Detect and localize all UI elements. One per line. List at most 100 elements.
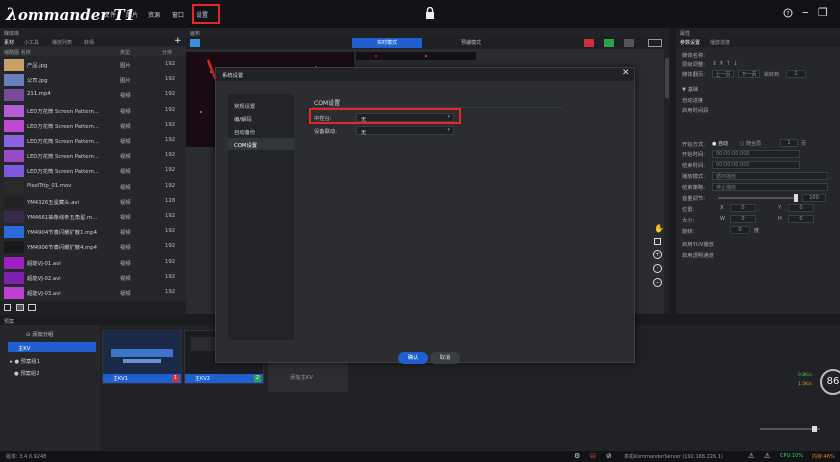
group-item-2[interactable]: ● 预案组2 xyxy=(14,369,40,377)
media-row[interactable]: YM4326五星藏头.avi 视频 128 xyxy=(0,194,186,210)
tab-transition[interactable]: 转场 xyxy=(84,39,94,46)
page-prev-button[interactable]: 上一页 xyxy=(712,70,734,78)
menu-window[interactable]: 窗口 xyxy=(172,10,184,19)
help-icon[interactable]: ? xyxy=(783,8,793,18)
menu-resource[interactable]: 资源 xyxy=(148,10,160,19)
confirm-button[interactable]: 确认 xyxy=(398,352,428,364)
volume-slider[interactable] xyxy=(718,197,798,199)
fullscreen-icon[interactable] xyxy=(648,39,662,47)
start-auto-radio[interactable]: ● 自动 xyxy=(712,140,728,147)
media-row[interactable]: 公司.jpg 图片 192 xyxy=(0,72,186,88)
image-view-icon[interactable] xyxy=(16,304,24,311)
group-item-main[interactable]: 主KV xyxy=(8,342,96,352)
pos-y-input[interactable]: 0 xyxy=(788,204,814,212)
cancel-button[interactable]: 取消 xyxy=(430,352,460,364)
server-icon[interactable]: ⛁ xyxy=(590,452,596,460)
hand-icon[interactable]: ✋ xyxy=(654,224,664,233)
zoom-out-icon[interactable]: − xyxy=(653,278,662,287)
size-h-input[interactable]: 0 xyxy=(788,215,814,223)
media-thumbnail xyxy=(4,150,24,163)
gray-layer-icon[interactable] xyxy=(624,39,634,47)
start-follow-radio[interactable]: ○ 随全局 xyxy=(740,140,761,147)
page-jump-input[interactable]: 1 xyxy=(786,70,806,78)
dialog-sidebar: 常规设置 编/解码 自动备份 COM设置 xyxy=(228,94,294,340)
volume-input[interactable]: 100 xyxy=(802,194,826,202)
sidebar-item-general[interactable]: 常规设置 xyxy=(228,99,294,111)
grid-view-icon[interactable] xyxy=(4,304,11,311)
media-row[interactable]: YM4906节奏闪耀扩散4.mp4 视频 192 xyxy=(0,239,186,255)
media-row[interactable]: 超能VJ-02.avi 视频 192 xyxy=(0,270,186,286)
media-type: 视频 xyxy=(120,184,131,191)
media-row[interactable]: LED万花筒 Screen Pattern... 视频 192 xyxy=(0,118,186,134)
column-name[interactable]: 缩略图 名称 xyxy=(4,49,31,56)
column-type[interactable]: 类型 xyxy=(120,49,130,56)
menu-file[interactable]: 文件 xyxy=(104,10,116,19)
end-time-input[interactable]: 00:00:00.000 xyxy=(712,161,800,169)
media-row[interactable]: PixelTrip_01.mov 视频 192 xyxy=(0,179,186,195)
preset-zoom-slider[interactable] xyxy=(760,428,820,430)
tab-params[interactable]: 参数设置 xyxy=(680,39,700,46)
group-item-1[interactable]: ▸ ● 预案组1 xyxy=(10,357,40,365)
start-page-input[interactable]: 1 xyxy=(780,139,798,147)
alert-icon[interactable]: ⚠ xyxy=(764,452,770,460)
page-next-button[interactable]: 下一页 xyxy=(738,70,760,78)
media-row[interactable]: YM4661抽象线条五角星.m... 视频 192 xyxy=(0,209,186,225)
preset-zoom-thumb[interactable] xyxy=(812,426,817,432)
media-resolution: 192 xyxy=(165,228,176,235)
network-icon[interactable]: ⚙ xyxy=(574,452,580,460)
add-group-button[interactable]: ⊙ 添加分组 xyxy=(26,330,53,338)
sidebar-item-backup[interactable]: 自动备份 xyxy=(228,125,294,137)
add-media-icon[interactable]: + xyxy=(174,36,182,46)
column-resolution[interactable]: 分辨 xyxy=(162,49,172,56)
preview-mode-button[interactable]: 预编模式 xyxy=(436,38,506,48)
volume-slider-thumb[interactable] xyxy=(794,194,798,202)
dialog-header: 系统设置 ✕ xyxy=(216,68,634,81)
tab-progress[interactable]: 播放进度 xyxy=(710,39,730,46)
compass-icon[interactable]: ⊘ xyxy=(606,452,612,460)
dialog-close-icon[interactable]: ✕ xyxy=(622,68,630,78)
restore-icon[interactable]: ❐ xyxy=(818,6,828,19)
warning-icon[interactable]: ⚠ xyxy=(748,452,754,460)
layout-grid-icon[interactable] xyxy=(190,39,200,47)
folder-view-icon[interactable] xyxy=(28,304,36,311)
menu-image[interactable]: 图片 xyxy=(126,10,138,19)
canvas-scrollbar[interactable] xyxy=(664,38,670,314)
media-list: 产品.jpg 图片 192 公司.jpg 图片 192 211.mp4 视频 192 LED万花筒… xyxy=(0,57,186,301)
media-row[interactable]: 211.mp4 视频 192 xyxy=(0,87,186,103)
pos-x-input[interactable]: 0 xyxy=(730,204,756,212)
minimize-icon[interactable]: – xyxy=(802,5,809,20)
media-row[interactable]: 超能VJ-03.avi 视频 192 xyxy=(0,285,186,301)
preset-tooltip-text: 添加主KV xyxy=(290,375,313,381)
play-mode-select[interactable]: 循环播放 xyxy=(712,172,828,180)
media-row[interactable]: LED万花筒 Screen Pattern... 视频 192 xyxy=(0,163,186,179)
media-row[interactable]: 产品.jpg 图片 192 xyxy=(0,57,186,73)
red-layer-icon[interactable] xyxy=(584,39,594,47)
layer-arrows-icon[interactable]: ⇟ ⇞ ↑ ↓ xyxy=(712,60,738,67)
preset-card-kv1[interactable]: 主KV1 1 xyxy=(102,330,182,384)
end-mode-select[interactable]: 停止播放 xyxy=(712,183,828,191)
media-row[interactable]: YM4904节奏闪耀扩散1.mp4 视频 192 xyxy=(0,224,186,240)
media-tabs: 素材 小工具 播放列表 转场 + xyxy=(0,36,186,46)
rotate-input[interactable]: 0 xyxy=(730,226,750,234)
tab-playlist[interactable]: 播放列表 xyxy=(52,39,72,46)
live-mode-button[interactable]: 实时模式 xyxy=(352,38,422,48)
media-row[interactable]: LED万花筒 Screen Pattern... 视频 192 xyxy=(0,133,186,149)
start-time-input[interactable]: 00:00:00.000 xyxy=(712,150,800,158)
size-w-input[interactable]: 0 xyxy=(730,215,756,223)
fit-screen-icon[interactable] xyxy=(654,238,661,245)
sidebar-item-com[interactable]: COM设置 xyxy=(228,138,294,150)
device-link-select[interactable]: 无 ▾ xyxy=(356,126,454,136)
property-label: 旋转: xyxy=(682,229,695,235)
media-row[interactable]: LED万花筒 Screen Pattern... 视频 192 xyxy=(0,148,186,164)
media-row[interactable]: LED万花筒 Screen Pattern... 视频 192 xyxy=(0,103,186,119)
tab-tools[interactable]: 小工具 xyxy=(24,39,39,46)
media-row[interactable]: 超能VJ-01.avi 视频 192 xyxy=(0,255,186,271)
green-layer-icon[interactable] xyxy=(604,39,614,47)
zoom-reset-icon[interactable]: · xyxy=(653,264,662,273)
lock-icon[interactable] xyxy=(425,7,435,19)
svg-text:?: ? xyxy=(786,11,789,18)
sidebar-item-codec[interactable]: 编/解码 xyxy=(228,112,294,124)
zoom-in-icon[interactable]: + xyxy=(653,250,662,259)
tab-assets[interactable]: 素材 xyxy=(4,39,14,46)
canvas-scrollbar-thumb[interactable] xyxy=(665,58,669,98)
